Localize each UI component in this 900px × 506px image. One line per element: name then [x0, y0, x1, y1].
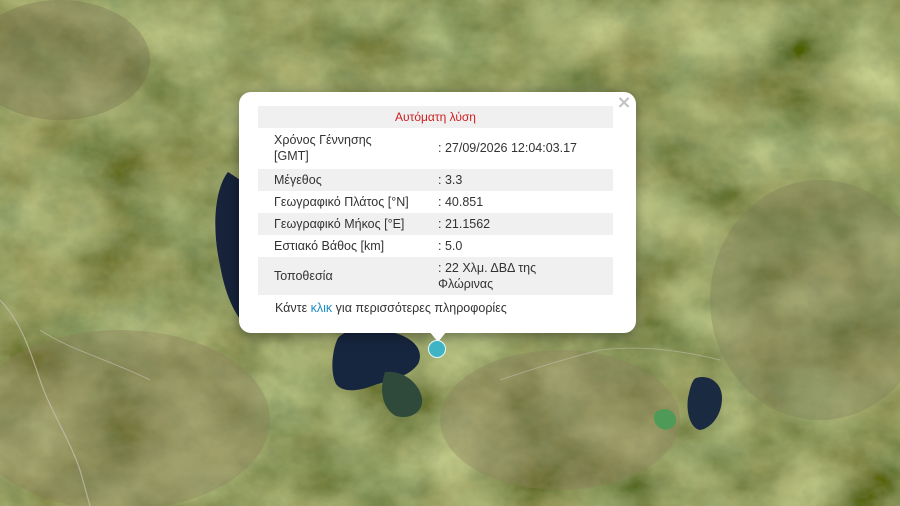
longitude-value: : 21.1562 [438, 217, 491, 231]
latitude-label: Γεωγραφικό Πλάτος [°N] [274, 195, 409, 209]
info-row-latitude: Γεωγραφικό Πλάτος [°N] : 40.851 [258, 191, 613, 213]
more-info-link[interactable]: κλικ [311, 301, 333, 315]
info-row-depth: Εστιακό Βάθος [km] : 5.0 [258, 235, 613, 257]
earthquake-info-popup: × Αυτόματη λύση Χρόνος Γέννησης [GMT] : … [239, 92, 636, 333]
depth-value: : 5.0 [438, 239, 463, 253]
location-value: : 22 Χλμ. ΔΒΔ της Φλώρινας [438, 261, 537, 291]
depth-label: Εστιακό Βάθος [km] [274, 239, 385, 253]
info-row-magnitude: Μέγεθος : 3.3 [258, 169, 613, 191]
more-info-prefix: Κάντε [275, 301, 311, 315]
origin-time-label: Χρόνος Γέννησης [GMT] [274, 133, 372, 163]
more-info-suffix: για περισσότερες πληροφορίες [332, 301, 507, 315]
origin-time-value: : 27/09/2026 12:04:03.17 [438, 141, 578, 155]
info-row-location: Τοποθεσία : 22 Χλμ. ΔΒΔ της Φλώρινας [258, 257, 613, 295]
magnitude-value: : 3.3 [438, 173, 463, 187]
magnitude-label: Μέγεθος [274, 173, 322, 187]
info-row-longitude: Γεωγραφικό Μήκος [°E] : 21.1562 [258, 213, 613, 235]
close-icon[interactable]: × [616, 94, 632, 112]
location-label: Τοποθεσία [274, 269, 333, 283]
popup-title: Αυτόματη λύση [258, 106, 613, 128]
info-row-origin-time: Χρόνος Γέννησης [GMT] : 27/09/2026 12:04… [258, 129, 613, 167]
latitude-value: : 40.851 [438, 195, 484, 209]
more-info-text: Κάντε κλικ για περισσότερες πληροφορίες [275, 300, 507, 316]
longitude-label: Γεωγραφικό Μήκος [°E] [274, 217, 405, 231]
earthquake-marker-icon[interactable] [428, 340, 446, 358]
